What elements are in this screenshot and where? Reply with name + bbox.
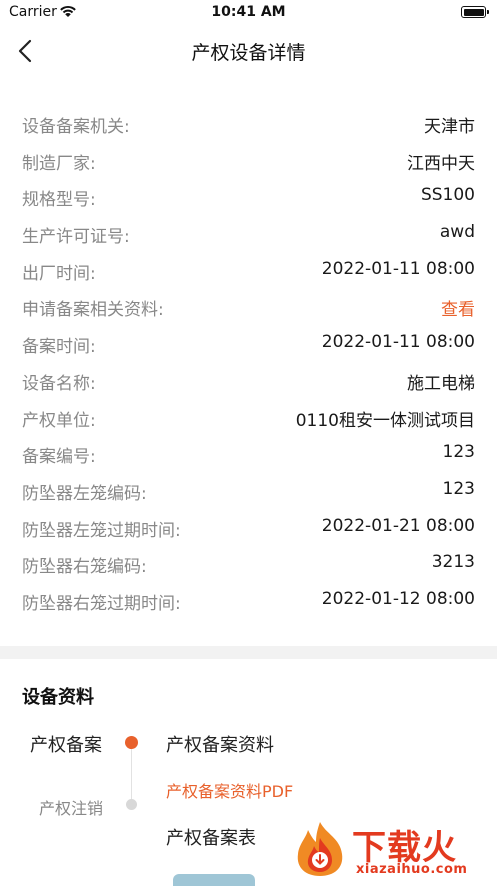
info-row-right-cage-code: 防坠器右笼编码: 3213 [0,546,497,583]
info-value: 2022-01-12 08:00 [321,588,475,609]
info-value: 123 [442,478,475,499]
info-value: 2022-01-21 08:00 [321,515,475,536]
info-label: 设备名称: [22,373,96,394]
timeline-line [131,742,132,806]
info-row-manufacturer: 制造厂家: 江西中天 [0,143,497,180]
equipment-info-list: 设备备案机关: 天津市 制造厂家: 江西中天 规格型号: SS100 生产许可证… [0,106,497,620]
clock: 10:41 AM [211,4,286,20]
info-label: 备案时间: [22,337,96,358]
bottom-action-button[interactable] [173,874,255,886]
info-label: 防坠器右笼过期时间: [22,593,181,614]
info-value: 天津市 [424,117,475,137]
info-label: 制造厂家: [22,153,96,174]
info-label: 备案编号: [22,447,96,468]
info-row-model: 规格型号: SS100 [0,179,497,216]
info-label: 产权单位: [22,410,96,431]
watermark-url: xiazaihuo.com [356,862,468,877]
info-value: awd [439,222,475,243]
flame-logo-icon [297,822,343,876]
info-row-filing-authority: 设备备案机关: 天津市 [0,106,497,143]
info-label: 生产许可证号: [22,227,130,248]
info-value: 0110租安一体测试项目 [295,410,475,431]
info-row-factory-date: 出厂时间: 2022-01-11 08:00 [0,253,497,290]
step-inactive-dot [126,799,137,810]
info-value: 2022-01-11 08:00 [321,258,475,279]
info-row-filing-materials: 申请备案相关资料: 查看 [0,289,497,326]
docs-group-title: 产权备案资料 [166,735,274,756]
watermark: 下载火 xiazaihuo.com [290,818,497,883]
info-row-right-cage-expiry: 防坠器右笼过期时间: 2022-01-12 08:00 [0,583,497,620]
info-label: 申请备案相关资料: [22,300,164,321]
info-row-filing-date: 备案时间: 2022-01-11 08:00 [0,326,497,363]
info-value: 2022-01-11 08:00 [321,332,475,353]
info-value: 施工电梯 [407,373,475,394]
step-active-dot [125,736,138,749]
info-label: 规格型号: [22,190,96,211]
info-row-left-cage-expiry: 防坠器左笼过期时间: 2022-01-21 08:00 [0,510,497,547]
info-label: 防坠器左笼过期时间: [22,520,181,541]
pdf-link[interactable]: 产权备案资料PDF [166,778,293,802]
section-divider [0,646,497,659]
info-value: SS100 [420,185,475,206]
info-row-filing-number: 备案编号: 123 [0,436,497,473]
info-value: 3213 [431,552,475,573]
info-row-equipment-name: 设备名称: 施工电梯 [0,363,497,400]
page-title: 产权设备详情 [191,42,306,64]
info-label: 设备备案机关: [22,117,130,137]
info-row-owner-unit: 产权单位: 0110租安一体测试项目 [0,400,497,437]
step-property-filing[interactable]: 产权备案 [30,731,102,757]
info-label: 防坠器左笼编码: [22,483,147,504]
battery-icon [461,6,489,18]
navigation-bar: 产权设备详情 [0,26,497,76]
docs-section-title: 设备资料 [22,687,94,708]
step-property-cancel[interactable]: 产权注销 [39,795,103,819]
view-materials-link[interactable]: 查看 [441,295,475,320]
info-label: 出厂时间: [22,263,96,284]
info-row-license-number: 生产许可证号: awd [0,216,497,253]
status-bar: Carrier 10:41 AM [0,0,497,26]
info-value: 江西中天 [407,153,475,174]
info-row-left-cage-code: 防坠器左笼编码: 123 [0,473,497,510]
info-label: 防坠器右笼编码: [22,557,147,578]
filing-form-item[interactable]: 产权备案表 [166,824,256,850]
info-value: 123 [442,442,475,463]
